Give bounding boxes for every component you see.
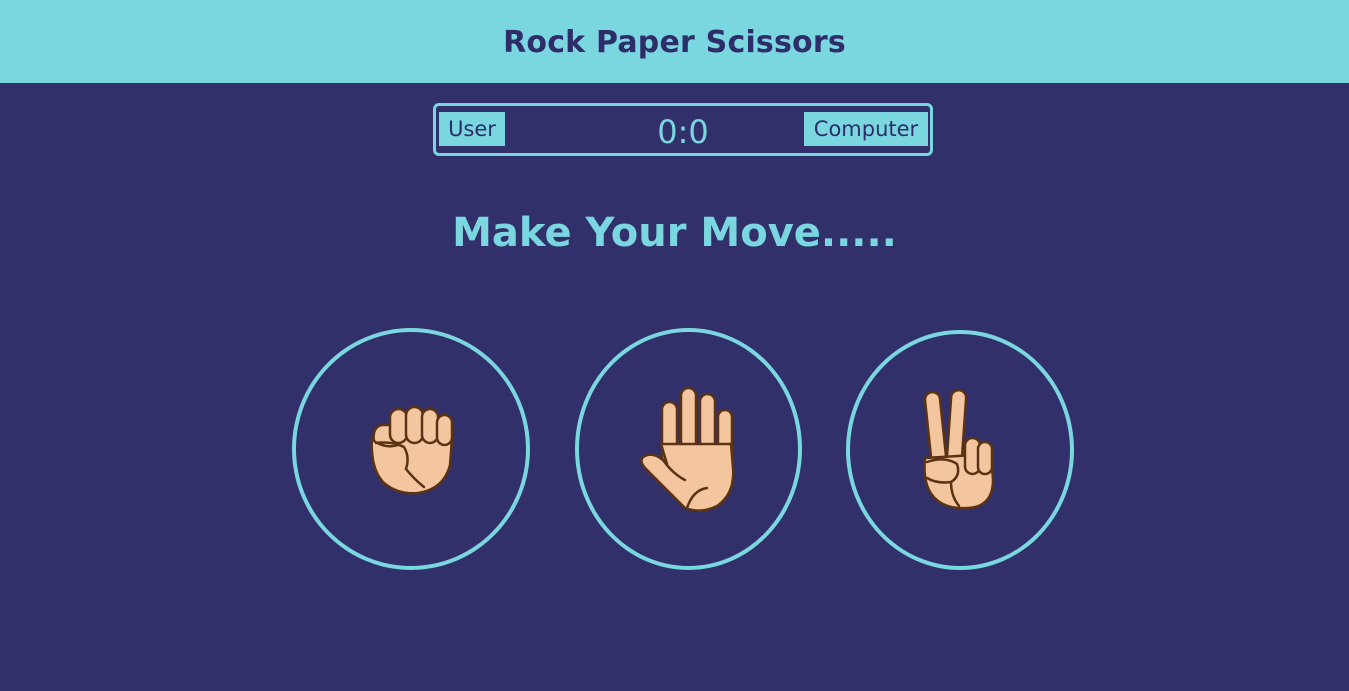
move-prompt: Make Your Move..... <box>452 210 897 256</box>
paper-choice-button[interactable] <box>575 328 802 570</box>
open-hand-icon <box>639 386 734 512</box>
scoreboard: User 0:0 Computer <box>433 103 933 156</box>
rock-choice-button[interactable] <box>292 328 530 570</box>
computer-score-label: Computer <box>804 112 928 146</box>
fist-icon <box>370 405 454 495</box>
scissors-choice-button[interactable] <box>846 330 1074 570</box>
page-title: Rock Paper Scissors <box>503 25 846 60</box>
victory-hand-icon <box>923 388 995 509</box>
header-bar: Rock Paper Scissors <box>0 0 1349 83</box>
